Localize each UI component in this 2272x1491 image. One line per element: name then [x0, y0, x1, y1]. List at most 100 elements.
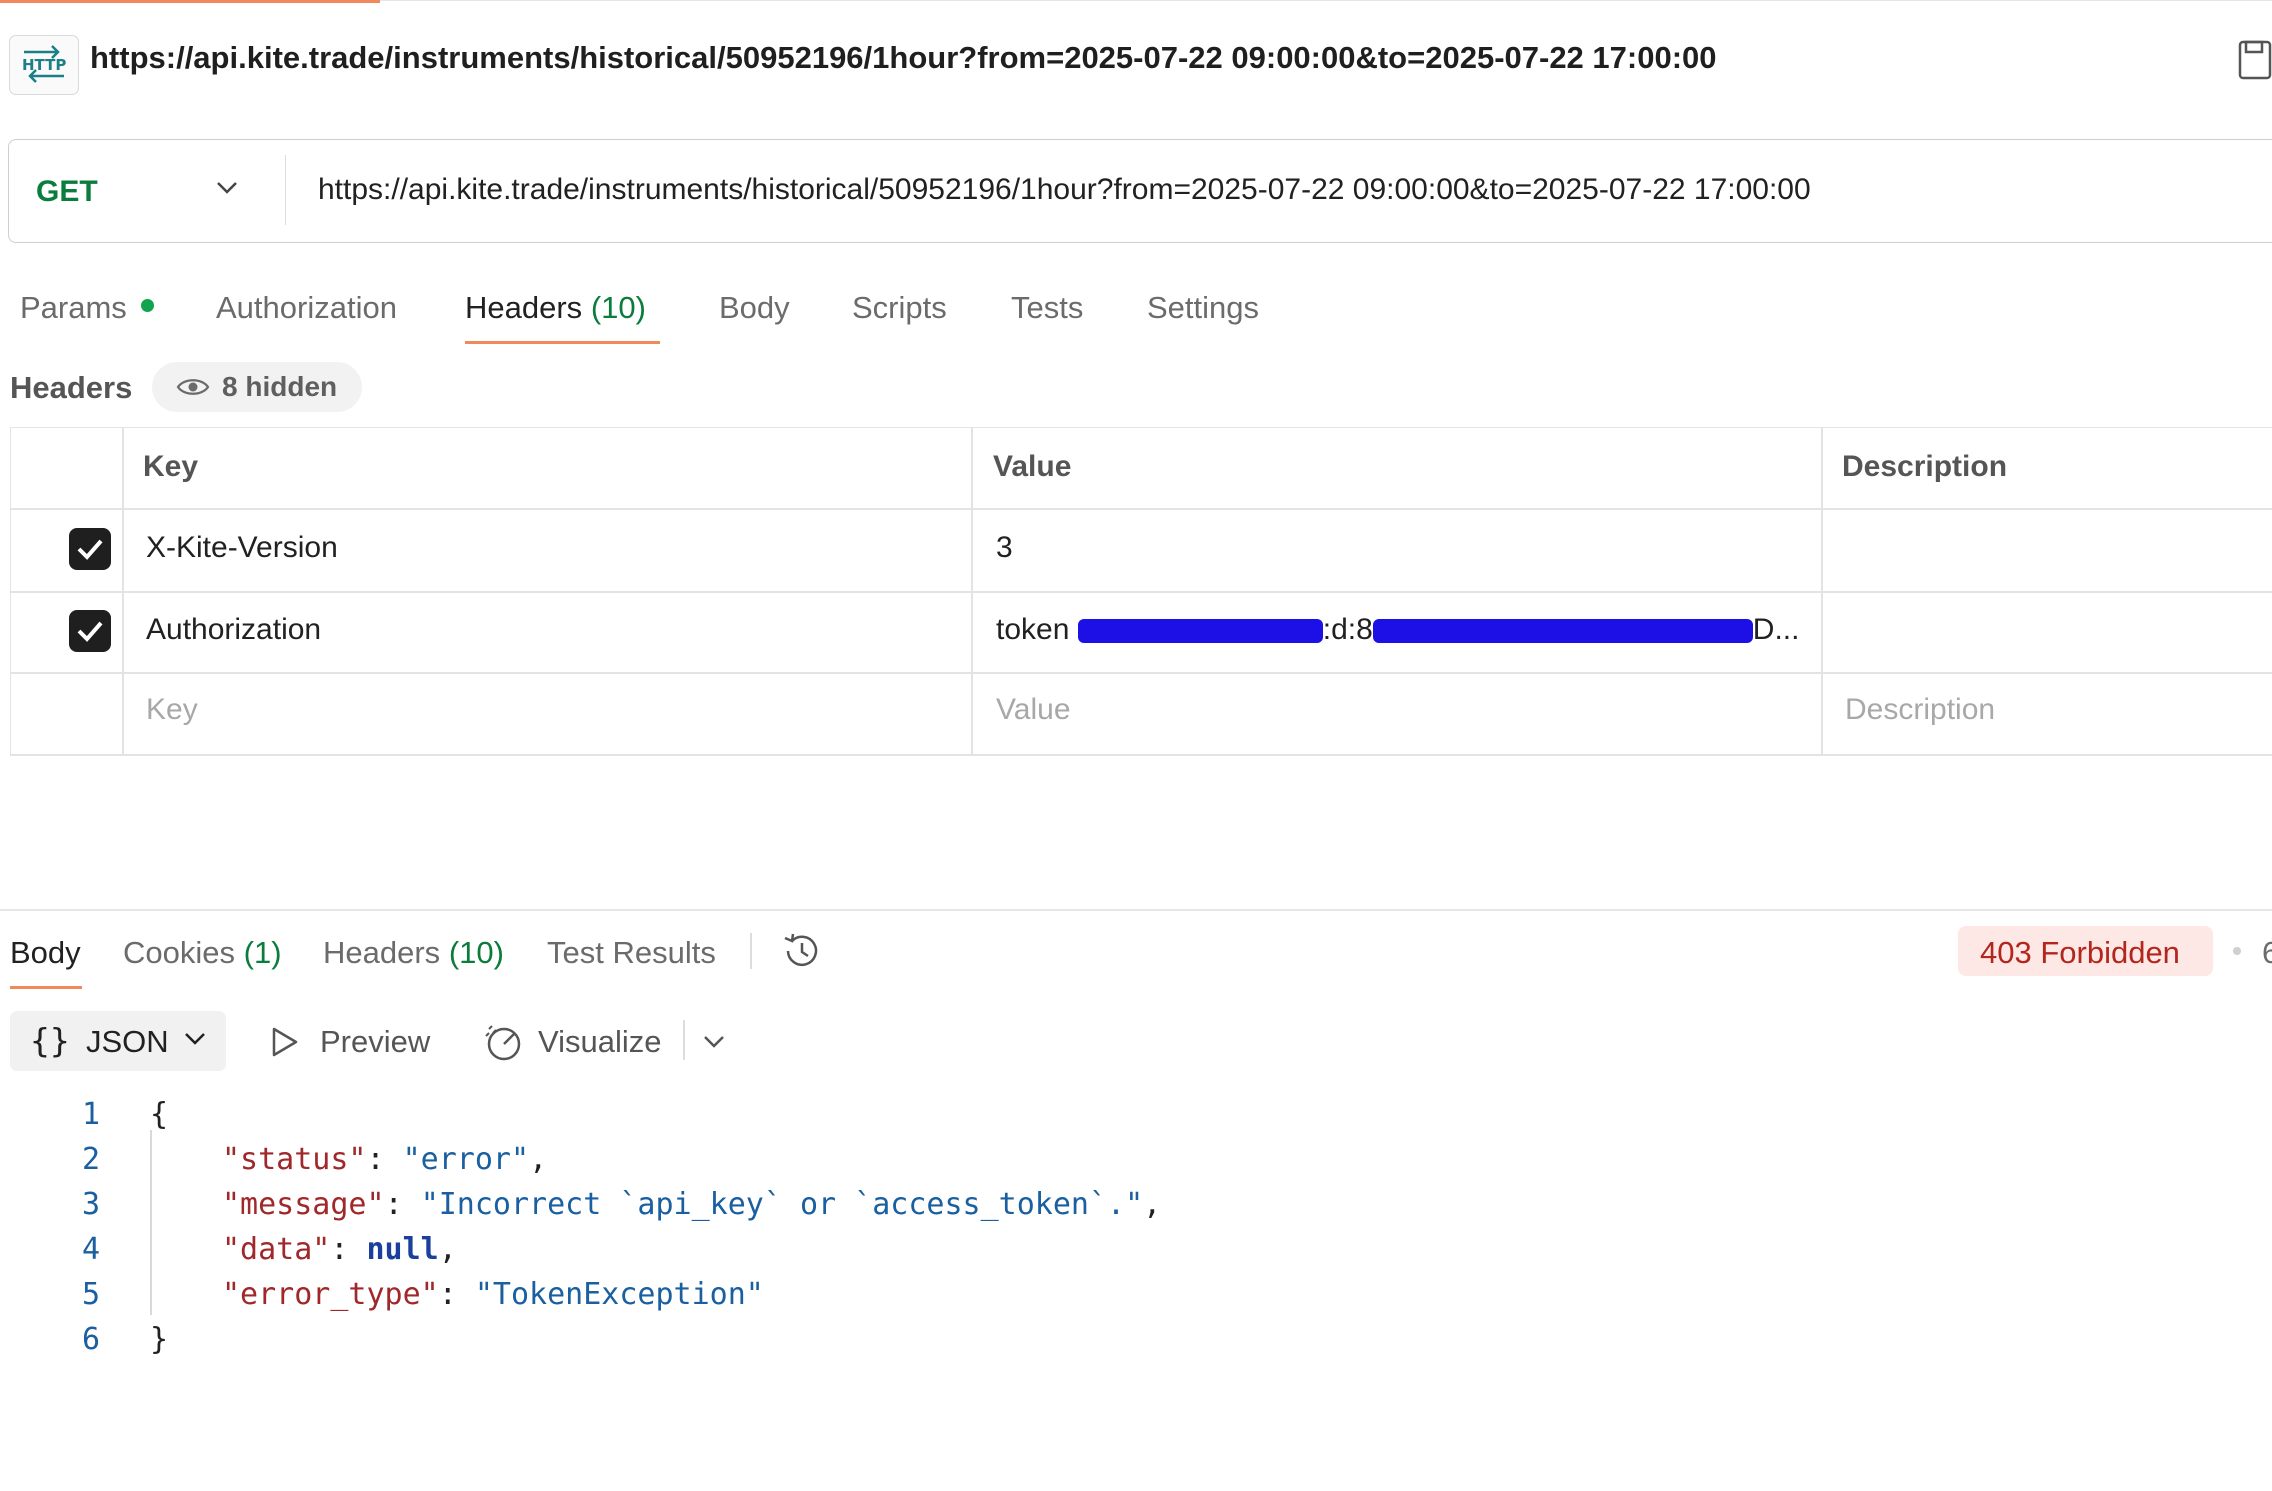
token-visible-part: :d:8 — [1322, 613, 1373, 646]
tab-label: Authorization — [216, 290, 397, 325]
json-key: "error_type" — [222, 1277, 439, 1312]
hidden-count-label: 8 hidden — [222, 371, 338, 402]
line-number: 4 — [81, 1232, 100, 1267]
json-value: "error" — [402, 1142, 530, 1177]
check-icon — [77, 539, 103, 560]
method-select[interactable]: GET — [36, 175, 98, 209]
line-number: 5 — [81, 1277, 100, 1312]
token-prefix: token — [996, 613, 1078, 646]
http-icon: HTTP — [9, 35, 79, 95]
tab-label: Scripts — [852, 290, 947, 325]
json-line: "status": "error", — [222, 1142, 547, 1177]
url-input[interactable]: https://api.kite.trade/instruments/histo… — [318, 173, 1811, 207]
tab-count: (10) — [448, 935, 504, 970]
svg-text:HTTP: HTTP — [22, 56, 66, 74]
response-tab-headers[interactable]: Headers (10) — [323, 935, 504, 971]
tab-body[interactable]: Body — [719, 290, 790, 326]
redaction-mark — [1372, 619, 1753, 644]
toolbar-separator — [683, 1020, 685, 1060]
tab-label: Cookies — [123, 935, 235, 970]
tab-label: Body — [10, 935, 81, 970]
status-badge[interactable]: 403 Forbidden — [1958, 926, 2213, 976]
preview-button[interactable]: Preview — [320, 1024, 430, 1060]
tab-label: Params — [20, 290, 127, 325]
json-value: "Incorrect `api_key` or `access_token`." — [420, 1187, 1144, 1222]
hidden-headers-toggle[interactable]: 8 hidden — [152, 362, 362, 412]
table-divider — [10, 508, 2272, 510]
loading-bar — [0, 0, 380, 3]
format-select[interactable]: {} JSON — [10, 1011, 226, 1071]
format-label: JSON — [86, 1024, 169, 1059]
table-column-divider — [1821, 427, 1823, 755]
status-separator-dot — [2233, 947, 2241, 955]
top-divider — [380, 0, 2272, 1]
table-divider — [10, 591, 2272, 593]
line-number: 6 — [81, 1322, 100, 1357]
active-tab-indicator — [465, 341, 660, 344]
visualize-button[interactable]: Visualize — [538, 1024, 662, 1060]
json-value: "TokenException" — [474, 1277, 764, 1312]
status-text: 403 Forbidden — [1980, 935, 2180, 970]
header-key-cell[interactable]: Authorization — [146, 613, 321, 647]
json-colon: : — [384, 1187, 421, 1222]
tab-label: Test Results — [547, 935, 716, 970]
table-divider — [10, 754, 2272, 756]
tab-separator — [750, 933, 752, 969]
json-line: "error_type": "TokenException" — [222, 1277, 764, 1312]
response-tab-body[interactable]: Body — [10, 935, 81, 971]
save-icon[interactable] — [2238, 40, 2272, 85]
json-comma: , — [529, 1142, 548, 1177]
response-divider[interactable] — [0, 909, 2272, 911]
json-key: "status" — [222, 1142, 367, 1177]
json-colon: : — [438, 1277, 475, 1312]
json-colon: : — [366, 1142, 403, 1177]
new-value-input[interactable]: Value — [996, 693, 1071, 727]
visualize-icon[interactable] — [483, 1021, 525, 1068]
chevron-down-icon[interactable] — [702, 1034, 726, 1055]
json-line: "data": null, — [222, 1232, 457, 1267]
column-header-key: Key — [143, 450, 199, 483]
token-suffix: D... — [1752, 613, 1800, 646]
header-key-cell[interactable]: X-Kite-Version — [146, 531, 338, 565]
table-divider — [10, 672, 2272, 674]
header-value-cell[interactable]: token :d:8 D... — [996, 613, 1811, 647]
active-tab-indicator — [10, 986, 82, 989]
new-description-input[interactable]: Description — [1845, 693, 1995, 727]
tab-authorization[interactable]: Authorization — [216, 290, 397, 326]
table-column-divider — [971, 427, 973, 755]
params-indicator-dot — [141, 299, 154, 312]
header-enabled-checkbox[interactable] — [69, 528, 111, 570]
play-icon[interactable] — [270, 1026, 300, 1063]
json-comma: , — [1143, 1187, 1162, 1222]
tab-scripts[interactable]: Scripts — [852, 290, 947, 326]
column-header-value: Value — [993, 450, 1072, 483]
json-key: "message" — [222, 1187, 385, 1222]
json-comma: , — [438, 1232, 457, 1267]
header-enabled-checkbox[interactable] — [69, 610, 111, 652]
tab-settings[interactable]: Settings — [1147, 290, 1259, 326]
tab-headers[interactable]: Headers (10) — [465, 290, 646, 326]
column-header-description: Description — [1842, 450, 2008, 483]
chevron-down-icon[interactable] — [215, 180, 239, 201]
tab-label: Body — [719, 290, 790, 325]
json-key: "data" — [222, 1232, 331, 1267]
tab-params[interactable]: Params — [20, 290, 127, 326]
url-divider — [285, 155, 286, 225]
json-close-brace: } — [150, 1322, 169, 1357]
line-number: 3 — [81, 1187, 100, 1222]
json-open-brace: { — [150, 1097, 169, 1132]
line-number: 1 — [81, 1097, 100, 1132]
eye-icon — [176, 379, 210, 395]
new-key-input[interactable]: Key — [146, 693, 198, 727]
response-time[interactable]: 6 — [2262, 935, 2272, 971]
tab-tests[interactable]: Tests — [1011, 290, 1083, 326]
response-tab-test-results[interactable]: Test Results — [547, 935, 716, 971]
json-line: "message": "Incorrect `api_key` or `acce… — [222, 1187, 1161, 1222]
json-colon: : — [330, 1232, 367, 1267]
history-icon[interactable] — [780, 929, 824, 978]
request-title[interactable]: https://api.kite.trade/instruments/histo… — [90, 40, 1717, 76]
tab-label: Headers — [323, 935, 441, 970]
response-tab-cookies[interactable]: Cookies (1) — [123, 935, 282, 971]
redaction-mark — [1077, 619, 1323, 644]
header-value-cell[interactable]: 3 — [996, 531, 1013, 565]
